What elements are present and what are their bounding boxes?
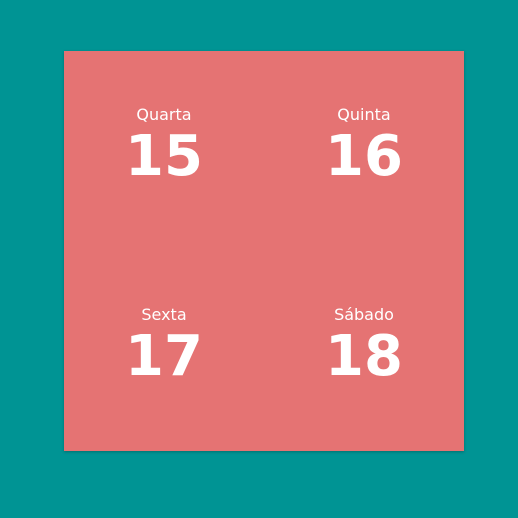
day-cell-friday[interactable]: Sexta 17 bbox=[64, 251, 264, 451]
day-number: 16 bbox=[325, 124, 403, 189]
day-number: 15 bbox=[125, 124, 203, 189]
day-name-label: Quarta bbox=[136, 105, 192, 124]
day-cell-wednesday[interactable]: Quarta 15 bbox=[64, 51, 264, 251]
day-name-label: Sábado bbox=[334, 305, 394, 324]
day-cell-thursday[interactable]: Quinta 16 bbox=[264, 51, 464, 251]
day-number: 17 bbox=[125, 324, 203, 389]
day-picker-card: Quarta 15 Quinta 16 Sexta 17 Sábado 18 bbox=[64, 51, 464, 451]
day-number: 18 bbox=[325, 324, 403, 389]
day-name-label: Sexta bbox=[141, 305, 187, 324]
day-cell-saturday[interactable]: Sábado 18 bbox=[264, 251, 464, 451]
day-name-label: Quinta bbox=[337, 105, 391, 124]
